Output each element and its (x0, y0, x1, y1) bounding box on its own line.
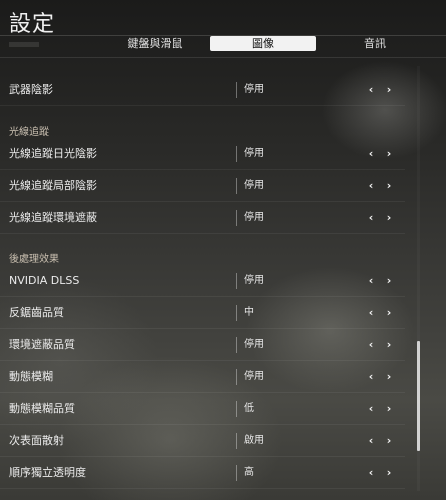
setting-label: 動態模糊 (9, 370, 53, 383)
chevron-right-icon[interactable]: › (382, 337, 396, 353)
row-separator (236, 433, 237, 449)
setting-label: 光線追蹤局部陰影 (9, 179, 97, 192)
setting-value: 停用 (244, 371, 264, 382)
setting-row-rt-local-shadows[interactable]: 光線追蹤局部陰影 停用 ‹ › (0, 170, 405, 202)
chevron-left-icon[interactable]: ‹ (364, 433, 378, 449)
setting-label: 光線追蹤環境遮蔽 (9, 211, 97, 224)
setting-row-weapon-shadows[interactable]: 武器陰影 停用 ‹ › (0, 74, 405, 106)
setting-row-order-independent-transparency[interactable]: 順序獨立透明度 高 ‹ › (0, 457, 405, 489)
setting-value: 停用 (244, 84, 264, 95)
chevron-left-icon[interactable]: ‹ (364, 178, 378, 194)
page-title: 設定 (9, 12, 56, 37)
chevron-left-icon[interactable]: ‹ (364, 210, 378, 226)
setting-value: 高 (244, 467, 254, 478)
setting-label: 光線追蹤日光陰影 (9, 147, 97, 160)
row-separator (236, 465, 237, 481)
setting-row-anti-aliasing-quality[interactable]: 反鋸齒品質 中 ‹ › (0, 297, 405, 329)
section-header-ray-tracing: 光線追蹤 (9, 127, 49, 138)
chevron-left-icon[interactable]: ‹ (364, 82, 378, 98)
row-separator (236, 82, 237, 98)
chevron-right-icon[interactable]: › (382, 146, 396, 162)
setting-value: 中 (244, 307, 254, 318)
setting-value: 啟用 (244, 435, 264, 446)
setting-value: 停用 (244, 148, 264, 159)
chevron-left-icon[interactable]: ‹ (364, 337, 378, 353)
setting-label: 動態模糊品質 (9, 402, 75, 415)
chevron-left-icon[interactable]: ‹ (364, 401, 378, 417)
setting-value: 低 (244, 403, 254, 414)
setting-label: 環境遮蔽品質 (9, 338, 75, 351)
row-underline (0, 488, 405, 489)
setting-row-motion-blur[interactable]: 動態模糊 停用 ‹ › (0, 361, 405, 393)
setting-row-nvidia-dlss[interactable]: NVIDIA DLSS 停用 ‹ › (0, 265, 405, 297)
setting-value: 停用 (244, 212, 264, 223)
row-underline (0, 233, 405, 234)
scrollbar-thumb[interactable] (417, 341, 420, 451)
chevron-left-icon[interactable]: ‹ (364, 146, 378, 162)
setting-row-ambient-occlusion-quality[interactable]: 環境遮蔽品質 停用 ‹ › (0, 329, 405, 361)
tab-graphics[interactable]: 圖像 (210, 36, 316, 51)
chevron-right-icon[interactable]: › (382, 433, 396, 449)
row-separator (236, 178, 237, 194)
setting-row-subsurface-scattering[interactable]: 次表面散射 啟用 ‹ › (0, 425, 405, 457)
row-separator (236, 337, 237, 353)
chevron-left-icon[interactable]: ‹ (364, 305, 378, 321)
tab-divider (0, 57, 446, 58)
setting-value: 停用 (244, 275, 264, 286)
setting-label: 次表面散射 (9, 434, 64, 447)
row-separator (236, 305, 237, 321)
row-separator (236, 369, 237, 385)
setting-label: 反鋸齒品質 (9, 306, 64, 319)
tab-audio[interactable]: 音訊 (345, 36, 405, 51)
setting-label: NVIDIA DLSS (9, 274, 80, 287)
tab-bar: 鍵盤與滑鼠 圖像 音訊 (0, 36, 446, 52)
chevron-right-icon[interactable]: › (382, 369, 396, 385)
setting-value: 停用 (244, 180, 264, 191)
row-separator (236, 210, 237, 226)
chevron-right-icon[interactable]: › (382, 210, 396, 226)
chevron-left-icon[interactable]: ‹ (364, 465, 378, 481)
setting-label: 順序獨立透明度 (9, 466, 86, 479)
setting-row-rt-sun-shadows[interactable]: 光線追蹤日光陰影 停用 ‹ › (0, 138, 405, 170)
row-underline (0, 105, 405, 106)
chevron-left-icon[interactable]: ‹ (364, 273, 378, 289)
chevron-right-icon[interactable]: › (382, 465, 396, 481)
row-separator (236, 273, 237, 289)
setting-value: 停用 (244, 339, 264, 350)
chevron-right-icon[interactable]: › (382, 401, 396, 417)
setting-row-rt-ambient-occlusion[interactable]: 光線追蹤環境遮蔽 停用 ‹ › (0, 202, 405, 234)
row-separator (236, 146, 237, 162)
setting-label: 武器陰影 (9, 83, 53, 96)
section-header-post-processing: 後處理效果 (9, 254, 59, 265)
chevron-right-icon[interactable]: › (382, 178, 396, 194)
tab-keyboard-mouse[interactable]: 鍵盤與滑鼠 (110, 36, 200, 51)
chevron-right-icon[interactable]: › (382, 273, 396, 289)
setting-row-motion-blur-quality[interactable]: 動態模糊品質 低 ‹ › (0, 393, 405, 425)
chevron-left-icon[interactable]: ‹ (364, 369, 378, 385)
chevron-right-icon[interactable]: › (382, 305, 396, 321)
row-separator (236, 401, 237, 417)
chevron-right-icon[interactable]: › (382, 82, 396, 98)
